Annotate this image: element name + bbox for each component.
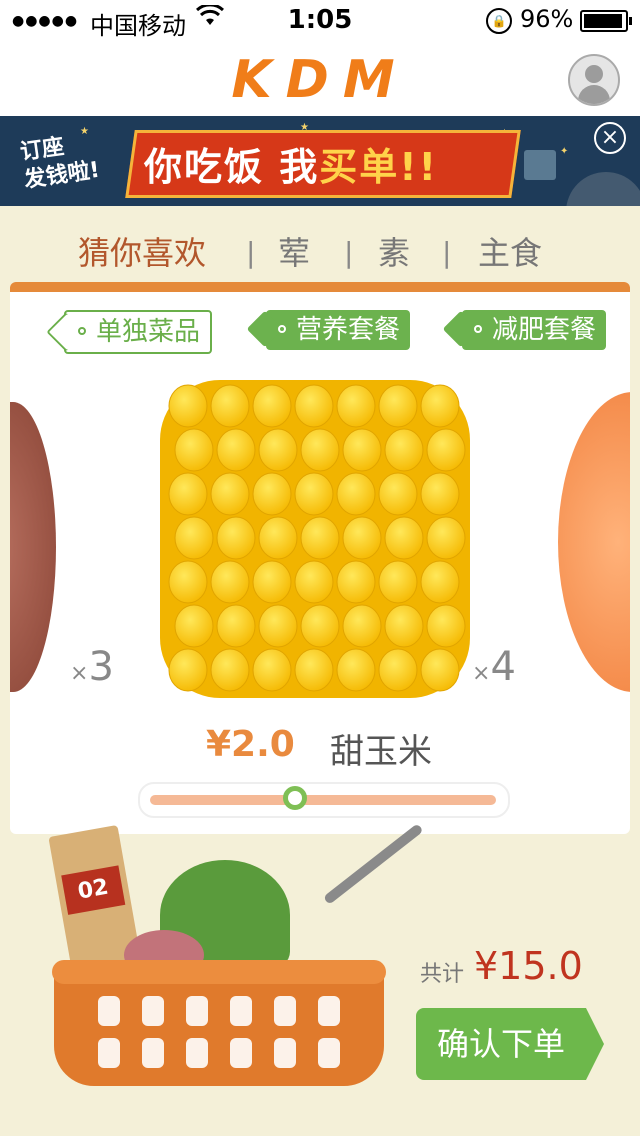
basket-icon xyxy=(52,960,386,1086)
rotation-lock-icon: 🔒 xyxy=(486,8,512,34)
product-card: 单独菜品 营养套餐 减肥套餐 ×3 ×4 ¥2.0 甜玉米 xyxy=(10,282,630,834)
tab-guess-you-like[interactable]: 猜你喜欢 xyxy=(78,228,206,274)
slider-thumb[interactable] xyxy=(283,786,308,810)
filter-tag-single-dish[interactable]: 单独菜品 xyxy=(64,310,213,354)
app-logo: KDM xyxy=(231,50,409,110)
user-avatar-icon[interactable] xyxy=(568,54,620,106)
spoon-illustration xyxy=(322,823,424,905)
app-header: KDM xyxy=(0,40,640,116)
close-icon[interactable]: × xyxy=(594,122,626,154)
total-label: 共计 xyxy=(420,962,465,987)
slider-track xyxy=(150,795,496,805)
cart-basket[interactable]: 02 xyxy=(40,820,424,1120)
gift-icon xyxy=(524,150,556,180)
battery-percent: 96% xyxy=(520,5,574,33)
tab-separator: | xyxy=(246,236,256,269)
filter-tag-nutrition-set[interactable]: 营养套餐 xyxy=(266,310,411,350)
prev-item-quantity: ×3 xyxy=(70,644,114,690)
tab-meat[interactable]: 荤 xyxy=(278,228,310,274)
cloud-decoration xyxy=(566,172,640,206)
sweet-corn-image[interactable] xyxy=(150,380,480,698)
tab-staple[interactable]: 主食 xyxy=(478,228,542,274)
total-price: ¥15.0 xyxy=(474,944,583,988)
battery-icon xyxy=(580,10,632,32)
carousel-slider[interactable] xyxy=(138,782,510,818)
card-top-border xyxy=(10,282,630,292)
filter-tag-diet-set[interactable]: 减肥套餐 xyxy=(462,310,607,350)
promo-headline: 你吃饭 我买单!! xyxy=(144,145,438,189)
promo-small-text: 订座 发钱啦! xyxy=(18,134,102,194)
tab-vegetable[interactable]: 素 xyxy=(378,228,410,274)
next-item-quantity: ×4 xyxy=(472,644,516,690)
promo-banner[interactable]: ★ ★ ★ ✦ 订座 发钱啦! 你吃饭 我买单!! xyxy=(0,116,640,206)
tab-separator: | xyxy=(442,236,452,269)
tab-separator: | xyxy=(344,236,354,269)
category-tabs: 猜你喜欢 | 荤 | 素 | 主食 xyxy=(0,206,640,282)
confirm-order-button[interactable]: 确认下单 xyxy=(416,1008,604,1080)
next-item-papaya[interactable] xyxy=(558,382,630,702)
status-bar: ●●●●● 中国移动 1:05 🔒 96% xyxy=(0,0,640,40)
item-price: ¥2.0 xyxy=(206,724,295,765)
item-name: 甜玉米 xyxy=(330,732,432,772)
